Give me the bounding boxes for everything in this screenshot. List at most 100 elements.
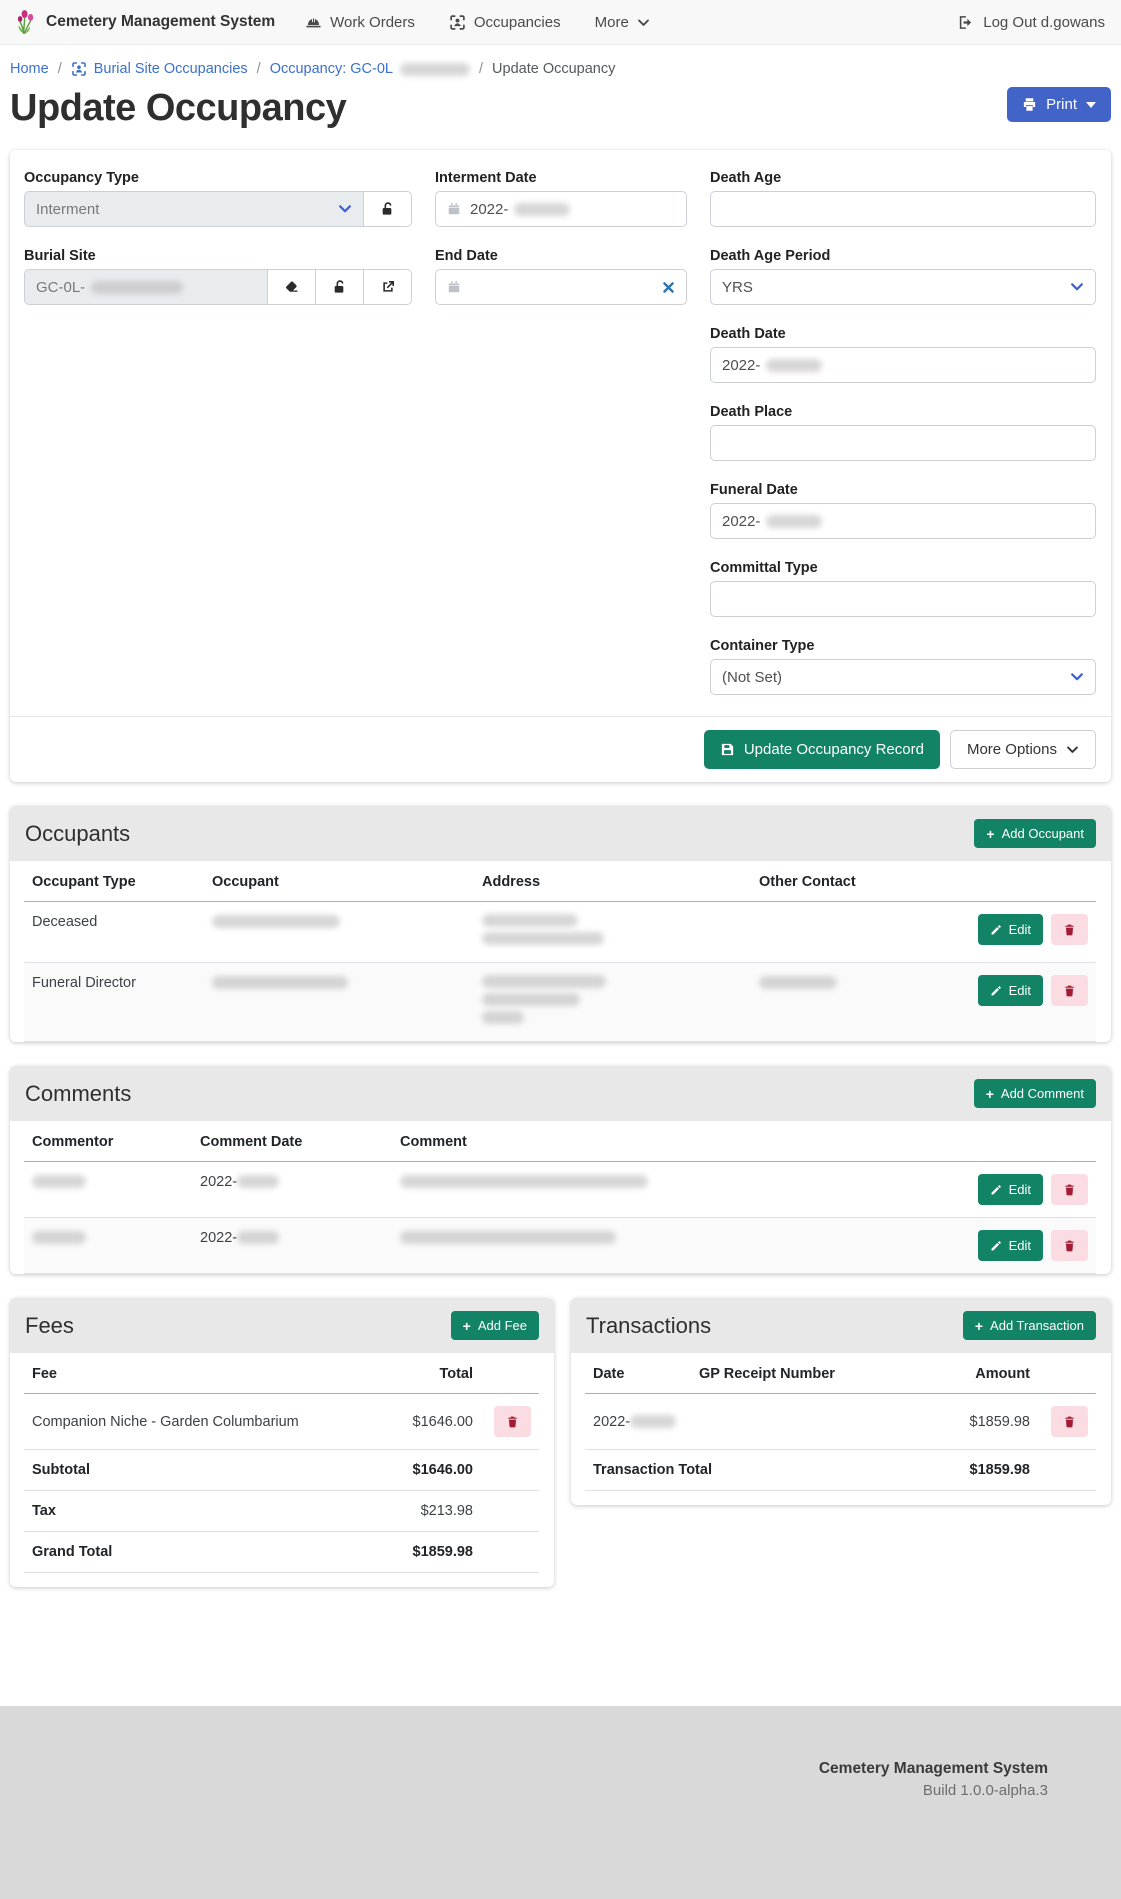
logout-icon (957, 14, 974, 31)
occupants-header: Occupants + Add Occupant (10, 806, 1111, 861)
delete-comment-button[interactable] (1051, 1174, 1088, 1205)
edit-occupant-button[interactable]: Edit (978, 914, 1043, 945)
burial-site-field: Burial Site GC-0L- (24, 248, 412, 305)
redacted-burial-site (91, 281, 183, 294)
caret-down-icon (1086, 102, 1096, 108)
fees-title: Fees (25, 1313, 74, 1339)
redacted-interment-date (514, 203, 570, 216)
delete-transaction-button[interactable] (1051, 1406, 1088, 1437)
fees-card: Fees + Add Fee Fee Total Companion Nich (10, 1298, 554, 1587)
edit-comment-button[interactable]: Edit (978, 1230, 1043, 1261)
burial-site-lock-button[interactable] (316, 269, 364, 305)
occupants-title: Occupants (25, 821, 130, 847)
committal-type-field: Committal Type (710, 560, 1096, 617)
form-column-3: Death Age Death Age Period YRS Death Dat… (710, 170, 1096, 716)
add-comment-button[interactable]: + Add Comment (974, 1079, 1096, 1108)
delete-occupant-button[interactable] (1051, 975, 1088, 1006)
breadcrumb-occupancy[interactable]: Occupancy: GC-0L (270, 61, 470, 77)
death-age-input[interactable] (710, 191, 1096, 227)
edit-comment-button[interactable]: Edit (978, 1174, 1043, 1205)
external-link-icon (380, 279, 396, 295)
table-row: 2022- $1859.98 (585, 1394, 1096, 1450)
clear-date-icon[interactable] (662, 281, 675, 294)
delete-comment-button[interactable] (1051, 1230, 1088, 1261)
delete-fee-button[interactable] (494, 1406, 531, 1437)
burial-site-label: Burial Site (24, 248, 412, 264)
redacted-comment (400, 1175, 648, 1188)
container-type-select[interactable]: (Not Set) (710, 659, 1096, 695)
column-header: Amount (928, 1353, 1038, 1394)
redacted-address-line (482, 975, 606, 988)
end-date-input[interactable] (435, 269, 687, 305)
burial-site-open-link-button[interactable] (364, 269, 412, 305)
transactions-table: Date GP Receipt Number Amount 2022- $185… (585, 1353, 1096, 1491)
column-header: Comment Date (192, 1121, 392, 1162)
death-date-label: Death Date (710, 326, 1096, 342)
occupants-card: Occupants + Add Occupant Occupant Type O… (10, 806, 1111, 1042)
column-header: Occupant Type (24, 861, 204, 902)
burial-site-input[interactable]: GC-0L- (24, 269, 268, 305)
death-age-period-field: Death Age Period YRS (710, 248, 1096, 305)
nav-item-work-orders[interactable]: Work Orders (305, 14, 415, 31)
page-footer: Cemetery Management System Build 1.0.0-a… (0, 1706, 1121, 1899)
logout-link[interactable]: Log Out d.gowans (957, 14, 1105, 31)
occupancy-badge-icon (71, 61, 87, 77)
interment-date-field: Interment Date 2022- (435, 170, 687, 227)
redacted-address-line (482, 932, 604, 945)
occupancy-form-card: Occupancy Type Interment (10, 150, 1111, 782)
column-header: GP Receipt Number (691, 1353, 928, 1394)
occupancy-form-grid: Occupancy Type Interment (10, 150, 1111, 716)
edit-occupant-button[interactable]: Edit (978, 975, 1043, 1006)
pencil-icon (990, 924, 1002, 936)
update-occupancy-record-button[interactable]: Update Occupancy Record (704, 730, 940, 769)
add-fee-button[interactable]: + Add Fee (451, 1311, 539, 1340)
death-place-input[interactable] (710, 425, 1096, 461)
pencil-icon (990, 1240, 1002, 1252)
print-button[interactable]: Print (1007, 87, 1111, 122)
interment-date-input[interactable]: 2022- (435, 191, 687, 227)
chevron-down-icon (1066, 743, 1079, 756)
summary-row: Subtotal $1646.00 (24, 1450, 539, 1491)
transactions-header: Transactions + Add Transaction (571, 1298, 1111, 1353)
death-age-label: Death Age (710, 170, 1096, 186)
breadcrumb-home[interactable]: Home (10, 61, 49, 77)
committal-type-label: Committal Type (710, 560, 1096, 576)
fees-table: Fee Total Companion Niche - Garden Colum… (24, 1353, 539, 1573)
nav-item-occupancies[interactable]: Occupancies (449, 14, 561, 31)
add-transaction-button[interactable]: + Add Transaction (963, 1311, 1096, 1340)
committal-type-input[interactable] (710, 581, 1096, 617)
occupancy-type-select[interactable]: Interment (24, 191, 364, 227)
app-brand: Cemetery Management System (16, 8, 275, 36)
chevron-down-icon (637, 16, 650, 29)
occupancy-type-lock-button[interactable] (364, 191, 412, 227)
column-header-actions (1038, 1353, 1096, 1394)
more-options-button[interactable]: More Options (950, 730, 1096, 769)
plus-icon: + (986, 827, 994, 841)
title-row: Update Occupancy Print (10, 87, 1111, 130)
breadcrumb-burial-site-occupancies[interactable]: Burial Site Occupancies (71, 61, 248, 77)
page-container: Home / Burial Site Occupancies / Occupan… (0, 45, 1121, 1706)
redacted-comment-date (237, 1231, 279, 1244)
eraser-icon (284, 279, 300, 295)
death-date-input[interactable]: 2022- (710, 347, 1096, 383)
add-occupant-button[interactable]: + Add Occupant (974, 819, 1096, 848)
funeral-date-input[interactable]: 2022- (710, 503, 1096, 539)
nav-item-more[interactable]: More (595, 14, 650, 31)
app-title: Cemetery Management System (46, 13, 275, 31)
occupancy-type-field: Occupancy Type Interment (24, 170, 412, 227)
container-type-label: Container Type (710, 638, 1096, 654)
table-row: 2022- Edit (24, 1218, 1096, 1274)
funeral-date-label: Funeral Date (710, 482, 1096, 498)
tulip-logo-icon (16, 8, 37, 36)
column-header: Occupant (204, 861, 474, 902)
plus-icon: + (975, 1319, 983, 1333)
page-title: Update Occupancy (10, 87, 346, 130)
death-age-period-select[interactable]: YRS (710, 269, 1096, 305)
death-place-field: Death Place (710, 404, 1096, 461)
burial-site-clear-button[interactable] (268, 269, 316, 305)
summary-row: Grand Total $1859.98 (24, 1532, 539, 1573)
redacted-funeral-date (766, 515, 822, 528)
delete-occupant-button[interactable] (1051, 914, 1088, 945)
pencil-icon (990, 985, 1002, 997)
occupancy-type-label: Occupancy Type (24, 170, 412, 186)
